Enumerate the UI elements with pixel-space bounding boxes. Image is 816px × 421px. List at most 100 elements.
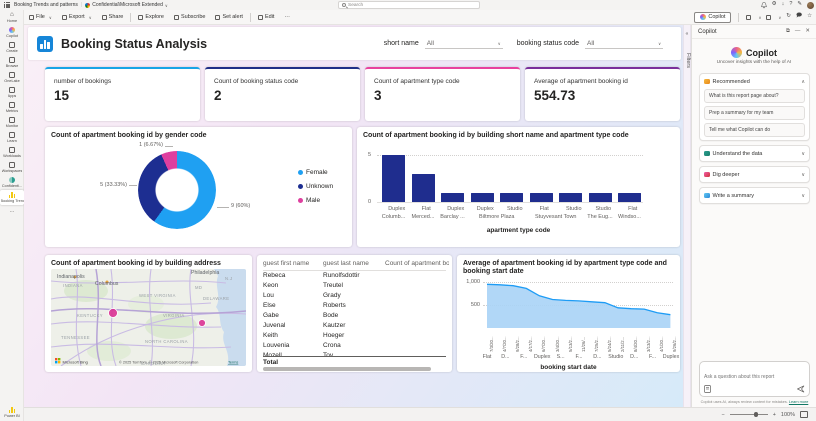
sidebar-item-[interactable]: ··· xyxy=(0,205,24,220)
display-icon[interactable] xyxy=(766,15,771,20)
zoom-slider[interactable] xyxy=(730,414,768,415)
suggestion-chip[interactable]: What is this report page about? xyxy=(704,89,805,103)
chevron-down-icon[interactable]: ∨ xyxy=(165,3,168,8)
map-bubble[interactable] xyxy=(199,320,206,327)
table-cell[interactable]: Roberts xyxy=(323,302,383,309)
kpi-card-0[interactable]: number of bookings15 xyxy=(45,67,200,121)
legend-item-male[interactable]: Male xyxy=(298,197,333,204)
copilot-toggle-button[interactable]: Copilot xyxy=(694,12,731,23)
minimize-icon[interactable]: — xyxy=(795,28,801,35)
bar-5[interactable] xyxy=(530,193,553,202)
fit-to-page-icon[interactable] xyxy=(800,411,808,418)
sensitivity-label[interactable]: Confidential\Microsoft Extended xyxy=(92,2,163,8)
copilot-section-dig-deeper-header[interactable]: Dig deeper∨ xyxy=(704,170,805,179)
sidebar-item-metrics[interactable]: Metrics xyxy=(0,100,24,115)
favorite-star-icon[interactable]: ☆ xyxy=(807,14,812,20)
table-cell[interactable]: Treutel xyxy=(323,282,383,289)
set-alert-button[interactable]: Set alert xyxy=(210,12,247,23)
table-cell[interactable]: Louvenia xyxy=(263,342,321,349)
copilot-section-recommended-header[interactable]: Recommended∧ xyxy=(704,77,805,86)
table-cell[interactable]: Rebeca xyxy=(263,272,321,279)
prompt-guide-icon[interactable] xyxy=(704,385,711,393)
sidebar-item-copilot[interactable]: Copilot xyxy=(0,25,24,40)
table-cell[interactable]: Runolfsdottir xyxy=(323,272,383,279)
sidebar-item-workloads[interactable]: Workloads xyxy=(0,145,24,160)
map-bubble[interactable] xyxy=(109,309,118,318)
global-search-input[interactable]: Search xyxy=(338,1,480,9)
file-menu-button[interactable]: File∨ xyxy=(24,12,57,23)
kpi-card-1[interactable]: Count of booking status code2 xyxy=(205,67,360,121)
explore-button[interactable]: Explore xyxy=(133,12,169,23)
bar-1[interactable] xyxy=(412,174,435,202)
table-cell[interactable]: Bode xyxy=(323,312,383,319)
copilot-question-input[interactable] xyxy=(704,374,805,380)
sidebar-item-apps[interactable]: Apps xyxy=(0,85,24,100)
table-cell[interactable]: Grady xyxy=(323,292,383,299)
table-cell[interactable]: Kautzer xyxy=(323,322,383,329)
zoom-out-icon[interactable]: − xyxy=(721,412,724,418)
bar-7[interactable] xyxy=(589,193,612,202)
sidebar-item-booking-trends-a[interactable]: Booking Trends a... xyxy=(0,190,24,205)
page-view-icon[interactable] xyxy=(746,15,751,20)
sidebar-item-create[interactable]: Create xyxy=(0,40,24,55)
expand-chevron-icon[interactable]: « xyxy=(686,31,689,37)
workspace-name[interactable]: Booking Trends and patterns xyxy=(14,2,78,8)
pop-out-icon[interactable]: ⧉ xyxy=(786,28,790,35)
map-terms-link[interactable]: Terms xyxy=(228,361,238,365)
legend-item-female[interactable]: Female xyxy=(298,169,333,176)
booking-status-code-dropdown[interactable]: All∨ xyxy=(585,39,663,49)
edit-button[interactable]: Edit xyxy=(253,12,279,23)
kpi-card-3[interactable]: Average of apartment booking id554.73 xyxy=(525,67,680,121)
comments-icon[interactable]: 🗩 xyxy=(796,14,802,20)
refresh-icon[interactable]: ↻ xyxy=(786,14,791,20)
notifications-bell-icon[interactable] xyxy=(761,2,767,9)
table-cell[interactable]: Keon xyxy=(263,282,321,289)
copilot-input-box[interactable] xyxy=(699,361,810,397)
column-header[interactable]: guest last name xyxy=(323,260,383,267)
table-cell[interactable]: Keith xyxy=(263,332,321,339)
share-button[interactable]: Share xyxy=(97,12,129,23)
more-options-button[interactable]: ··· xyxy=(279,12,295,23)
app-launcher-icon[interactable] xyxy=(4,2,10,8)
table-cell[interactable]: Juvenal xyxy=(263,322,321,329)
chevron-down-icon[interactable]: ∨ xyxy=(801,172,805,178)
table-cell[interactable]: Lou xyxy=(263,292,321,299)
bar-2[interactable] xyxy=(441,193,464,202)
bar-4[interactable] xyxy=(500,193,523,202)
area-chart-booking-date[interactable]: Average of apartment booking id by apart… xyxy=(457,255,680,372)
suggestion-chip[interactable]: Tell me what Copilot can do xyxy=(704,123,805,137)
horizontal-scrollbar[interactable] xyxy=(263,367,431,371)
donut-plot[interactable] xyxy=(138,151,216,229)
table-cell[interactable]: Hoeger xyxy=(323,332,383,339)
donut-chart-gender[interactable]: Count of apartment booking id by gender … xyxy=(45,127,352,247)
copilot-section-understand-the-data-header[interactable]: Understand the data∨ xyxy=(704,149,805,158)
product-switcher-power-bi[interactable]: Power BI xyxy=(0,407,24,418)
bar-8[interactable] xyxy=(618,193,641,202)
map-booking-address[interactable]: Count of apartment booking id by buildin… xyxy=(45,255,252,372)
feedback-pencil-icon[interactable]: ✎ xyxy=(797,2,802,8)
zoom-in-icon[interactable]: + xyxy=(773,412,776,418)
bar-6[interactable] xyxy=(559,193,582,202)
table-cell[interactable]: Crona xyxy=(323,342,383,349)
chevron-down-icon[interactable]: ∨ xyxy=(801,151,805,157)
copilot-section-write-a-summary-header[interactable]: Write a summary∨ xyxy=(704,191,805,200)
sidebar-item-onelake[interactable]: OneLake xyxy=(0,70,24,85)
help-icon[interactable]: ? xyxy=(789,2,792,8)
settings-gear-icon[interactable]: ⚙ xyxy=(772,2,777,8)
guest-table[interactable]: guest first nameguest last nameCount of … xyxy=(257,255,452,372)
bar-0[interactable] xyxy=(382,155,405,202)
sidebar-item-confidenti[interactable]: Confidenti... xyxy=(0,175,24,190)
sidebar-item-browse[interactable]: Browse xyxy=(0,55,24,70)
sidebar-item-monitor[interactable]: Monitor xyxy=(0,115,24,130)
bar-chart-building[interactable]: Count of apartment booking id by buildin… xyxy=(357,127,680,247)
column-header[interactable]: Count of apartment bo ▼ xyxy=(385,260,449,267)
kpi-card-2[interactable]: Count of apartment type code3 xyxy=(365,67,520,121)
close-icon[interactable]: ✕ xyxy=(805,28,810,35)
zoom-slider-thumb[interactable] xyxy=(754,412,759,417)
bar-3[interactable] xyxy=(471,193,494,202)
chevron-down-icon[interactable]: ∨ xyxy=(801,193,805,199)
filters-pane-collapsed[interactable]: « Filters xyxy=(683,25,691,407)
export-menu-button[interactable]: Export∨ xyxy=(57,12,97,23)
subscribe-button[interactable]: Subscribe xyxy=(169,12,210,23)
send-icon[interactable] xyxy=(797,385,805,393)
